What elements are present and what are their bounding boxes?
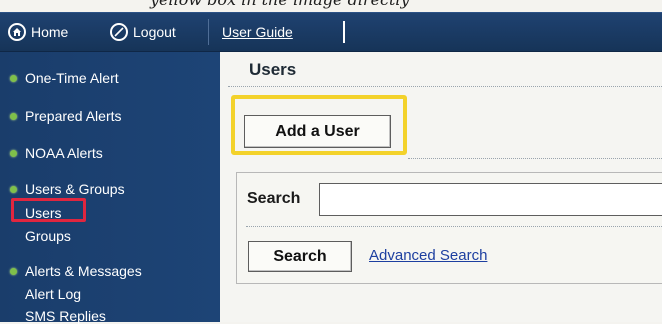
- logout-link[interactable]: Logout: [110, 13, 176, 51]
- caption-text: yellow box in the image directly: [150, 0, 550, 9]
- logout-icon: [110, 23, 128, 41]
- search-input[interactable]: [319, 183, 662, 216]
- nav-divider: [343, 21, 345, 43]
- bullet-icon: [10, 267, 17, 275]
- advanced-search-link[interactable]: Advanced Search: [369, 247, 487, 264]
- user-guide-link[interactable]: User Guide: [222, 13, 293, 51]
- home-link[interactable]: Home: [8, 13, 68, 51]
- sidebar-item-groups[interactable]: Groups: [25, 228, 71, 244]
- search-label: Search: [247, 190, 301, 207]
- bullet-icon: [10, 112, 17, 120]
- sidebar-item-alert-log[interactable]: Alert Log: [25, 286, 81, 302]
- add-user-button[interactable]: Add a User: [244, 115, 391, 148]
- title-divider: [228, 86, 662, 87]
- section-divider: [408, 158, 662, 159]
- logout-label: Logout: [133, 24, 176, 40]
- search-divider: [246, 226, 662, 227]
- sidebar-section-users-groups[interactable]: Users & Groups: [10, 181, 125, 197]
- users-highlight-box: [11, 198, 86, 222]
- home-label: Home: [31, 24, 69, 40]
- top-navigation-bar: Home Logout User Guide: [0, 12, 662, 53]
- sidebar-item-prepared-alerts[interactable]: Prepared Alerts: [10, 108, 122, 124]
- sidebar: One-Time Alert Prepared Alerts NOAA Aler…: [0, 52, 220, 324]
- sidebar-section-alerts-messages[interactable]: Alerts & Messages: [10, 263, 142, 279]
- sidebar-item-one-time-alert[interactable]: One-Time Alert: [10, 70, 119, 86]
- sidebar-item-noaa-alerts[interactable]: NOAA Alerts: [10, 145, 103, 161]
- page-title: Users: [249, 60, 297, 79]
- bullet-icon: [10, 74, 17, 82]
- bullet-icon: [10, 149, 17, 157]
- search-button[interactable]: Search: [248, 241, 352, 272]
- bullet-icon: [10, 185, 17, 193]
- home-icon: [8, 23, 26, 41]
- nav-divider: [208, 19, 209, 45]
